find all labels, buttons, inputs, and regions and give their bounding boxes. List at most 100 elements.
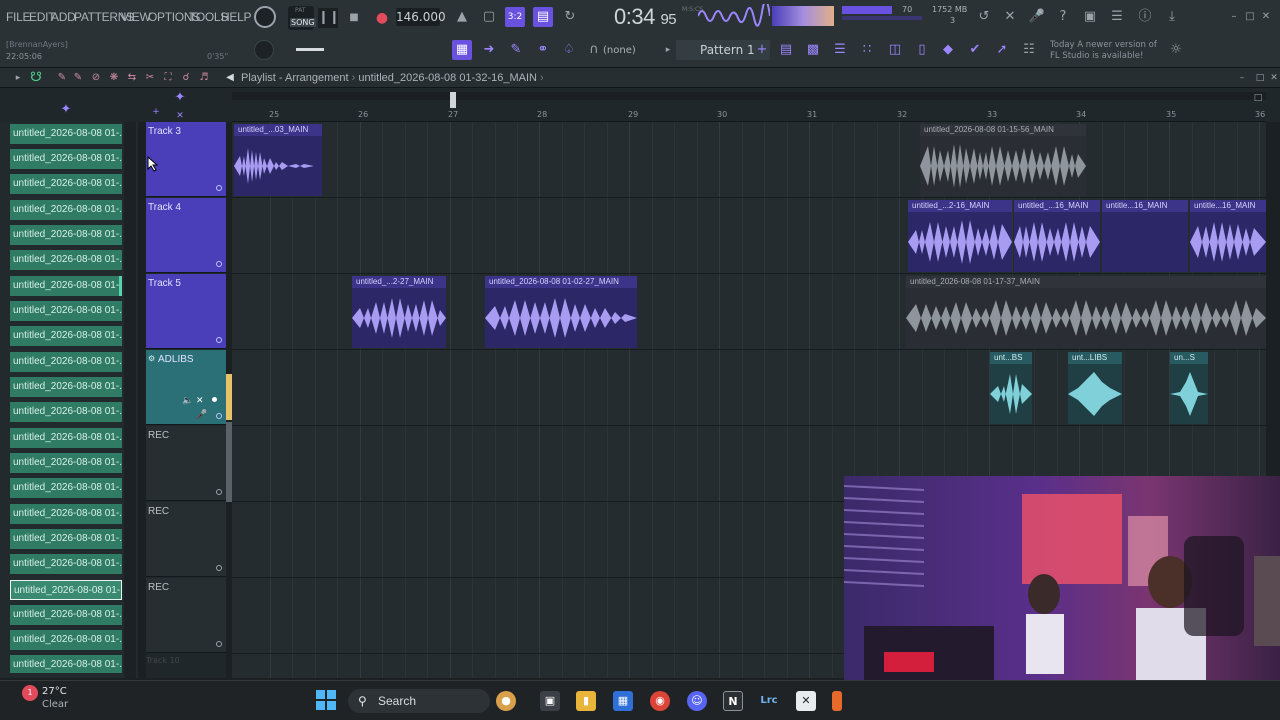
- audio-clip[interactable]: untitled_...16_MAIN: [1014, 200, 1100, 272]
- channel-view-icon[interactable]: ∷: [857, 40, 877, 60]
- track-header-rec-2[interactable]: REC: [146, 502, 226, 577]
- browser-view-icon[interactable]: ◫: [885, 40, 905, 60]
- wait-record-icon[interactable]: ▢: [479, 7, 499, 27]
- mute-tool-icon[interactable]: ❋: [104, 68, 124, 88]
- list-item[interactable]: untitled_2026-08-08 01-...: [10, 301, 122, 321]
- stop-icon[interactable]: ■: [344, 8, 364, 28]
- track-header-rec-1[interactable]: REC: [146, 426, 226, 501]
- delete-tool-icon[interactable]: ⊘: [86, 68, 106, 88]
- solo-dot[interactable]: [212, 397, 217, 402]
- slice-tool-icon[interactable]: ✂: [140, 68, 160, 88]
- arrow-right-icon[interactable]: ➜: [479, 40, 499, 60]
- track-record-dot[interactable]: [216, 261, 222, 267]
- menu-add[interactable]: ADD: [51, 10, 76, 24]
- mixer-icon[interactable]: ☰: [1107, 7, 1127, 27]
- list-item[interactable]: untitled_2026-08-08 01-...: [10, 250, 122, 270]
- list-item[interactable]: untitled_2026-08-08 01-...: [10, 352, 122, 372]
- track-record-dot[interactable]: [216, 565, 222, 571]
- list-item[interactable]: untitled_2026-08-08 01-...: [10, 402, 122, 422]
- list-item[interactable]: untitled_2026-08-08 01-...: [10, 326, 122, 346]
- list-item[interactable]: untitled_2026-08-08 01-...: [10, 630, 122, 650]
- browser-scrollbar[interactable]: [124, 122, 136, 678]
- list-item[interactable]: untitled_2026-08-08 01-...: [10, 124, 122, 144]
- pencil-icon[interactable]: ✎: [506, 40, 526, 60]
- master-volume-knob[interactable]: [254, 6, 276, 28]
- list-item[interactable]: untitled_2026-08-08 01-...: [10, 453, 122, 473]
- track-header-adlibs[interactable]: ADLIBS ⚙ 🔈 ✕ 🎤: [146, 350, 226, 425]
- arrow-left-icon[interactable]: ◀: [220, 68, 240, 88]
- loop-record-icon[interactable]: ↻: [560, 7, 580, 27]
- tempo-display[interactable]: 146.000: [396, 8, 446, 26]
- menu-file[interactable]: FILE: [6, 10, 30, 24]
- playlist-icon[interactable]: ▦: [452, 40, 472, 60]
- list-item[interactable]: untitled_2026-08-08 01-...: [10, 174, 122, 194]
- list-item[interactable]: untitled_2026-08-08 01-...: [10, 276, 122, 296]
- online-icon[interactable]: ☼: [1166, 40, 1186, 60]
- mute-icon[interactable]: ✕: [196, 396, 204, 406]
- menu-view[interactable]: VIEW: [121, 10, 151, 24]
- lightroom-icon[interactable]: Lrc: [759, 691, 779, 711]
- zoom-tool-icon[interactable]: ☌: [176, 68, 196, 88]
- audio-clip[interactable]: un...S: [1170, 352, 1208, 424]
- audio-clip[interactable]: untitled_...03_MAIN: [234, 124, 322, 196]
- pat-song-toggle[interactable]: PAT SONG: [288, 6, 316, 30]
- pattern-prev-icon[interactable]: ▸: [658, 40, 678, 60]
- pause-icon[interactable]: ❙❙: [318, 8, 340, 28]
- fl-studio-icon[interactable]: [832, 691, 842, 711]
- list-item[interactable]: untitled_2026-08-08 01-...: [10, 225, 122, 245]
- chrome-icon[interactable]: ◉: [650, 691, 670, 711]
- list-item[interactable]: untitled_2026-08-08 01-...: [10, 504, 122, 524]
- tempo-tapper-icon[interactable]: ✔: [965, 40, 985, 60]
- snap-select[interactable]: (none): [603, 45, 636, 56]
- headphones-icon[interactable]: ☋: [26, 68, 46, 88]
- mic-arm-icon[interactable]: 🎤: [196, 410, 207, 420]
- paint-tool-icon[interactable]: ✎: [68, 68, 88, 88]
- news-panel[interactable]: Today A newer version of FL Studio is ava…: [1050, 40, 1157, 62]
- record-icon[interactable]: ●: [372, 8, 392, 28]
- info-icon[interactable]: ⓘ: [1135, 7, 1155, 27]
- playlist-minimize-icon[interactable]: –: [1232, 68, 1252, 88]
- list-item[interactable]: untitled_2026-08-08 01-...: [10, 655, 122, 673]
- stamp-icon[interactable]: ♤: [559, 40, 579, 60]
- track-header-rec-3[interactable]: REC: [146, 578, 226, 653]
- list-item[interactable]: untitled_2026-08-08 01-...: [10, 428, 122, 448]
- playlist-menu-icon[interactable]: ▸: [8, 68, 28, 88]
- list-item[interactable]: untitled_2026-08-08 01-...: [10, 529, 122, 549]
- track-settings-icon[interactable]: ⚙: [148, 354, 155, 363]
- list-item-selected[interactable]: untitled_2026-08-08 01-...: [10, 580, 122, 600]
- browser-snap-icon[interactable]: ✦: [56, 100, 76, 120]
- master-slider[interactable]: [296, 48, 324, 51]
- scroll-right-icon[interactable]: □: [1248, 88, 1268, 108]
- scroll-handle[interactable]: [450, 92, 456, 108]
- cut-icon[interactable]: ✕: [1000, 7, 1020, 27]
- microphone-icon[interactable]: 🎤: [1027, 7, 1047, 27]
- track-record-dot[interactable]: [216, 641, 222, 647]
- add-track-icon[interactable]: +: [146, 102, 166, 122]
- audio-clip[interactable]: untitle...16_MAIN: [1190, 200, 1266, 272]
- touch-keyboard-icon[interactable]: ➚: [992, 40, 1012, 60]
- track-header-4[interactable]: Track 4: [146, 198, 226, 273]
- help-icon[interactable]: ?: [1053, 7, 1073, 27]
- render-icon[interactable]: ☷: [1019, 40, 1039, 60]
- track-record-dot[interactable]: [216, 337, 222, 343]
- plugin-picker-icon[interactable]: ◆: [938, 40, 958, 60]
- microsoft-store-icon[interactable]: ▦: [613, 691, 633, 711]
- audio-clip[interactable]: untitled_2026-08-08 01-15-56_MAIN: [920, 124, 1086, 196]
- notion-icon[interactable]: N: [723, 691, 743, 711]
- audio-clip[interactable]: untitled_2026-08-08 01-02-27_MAIN: [485, 276, 637, 348]
- list-item[interactable]: untitled_2026-08-08 01-...: [10, 605, 122, 625]
- add-pattern-icon[interactable]: +: [752, 40, 772, 60]
- center-icon[interactable]: ✦: [170, 88, 190, 108]
- playback-tool-icon[interactable]: ♬: [194, 68, 214, 88]
- menu-help[interactable]: HELP: [221, 10, 251, 24]
- windows-start-icon[interactable]: [316, 690, 336, 710]
- save-icon[interactable]: ▣: [1080, 7, 1100, 27]
- audio-clip[interactable]: untitle...16_MAIN: [1102, 200, 1188, 272]
- list-item[interactable]: untitled_2026-08-08 01-...: [10, 478, 122, 498]
- track-header-5[interactable]: Track 5: [146, 274, 226, 349]
- slip-tool-icon[interactable]: ⇆: [122, 68, 142, 88]
- link-icon[interactable]: ⚭: [533, 40, 553, 60]
- list-item[interactable]: untitled_2026-08-08 01-...: [10, 554, 122, 574]
- audio-clip[interactable]: unt...BS: [990, 352, 1032, 424]
- audio-clip[interactable]: untitled_...2-16_MAIN: [908, 200, 1012, 272]
